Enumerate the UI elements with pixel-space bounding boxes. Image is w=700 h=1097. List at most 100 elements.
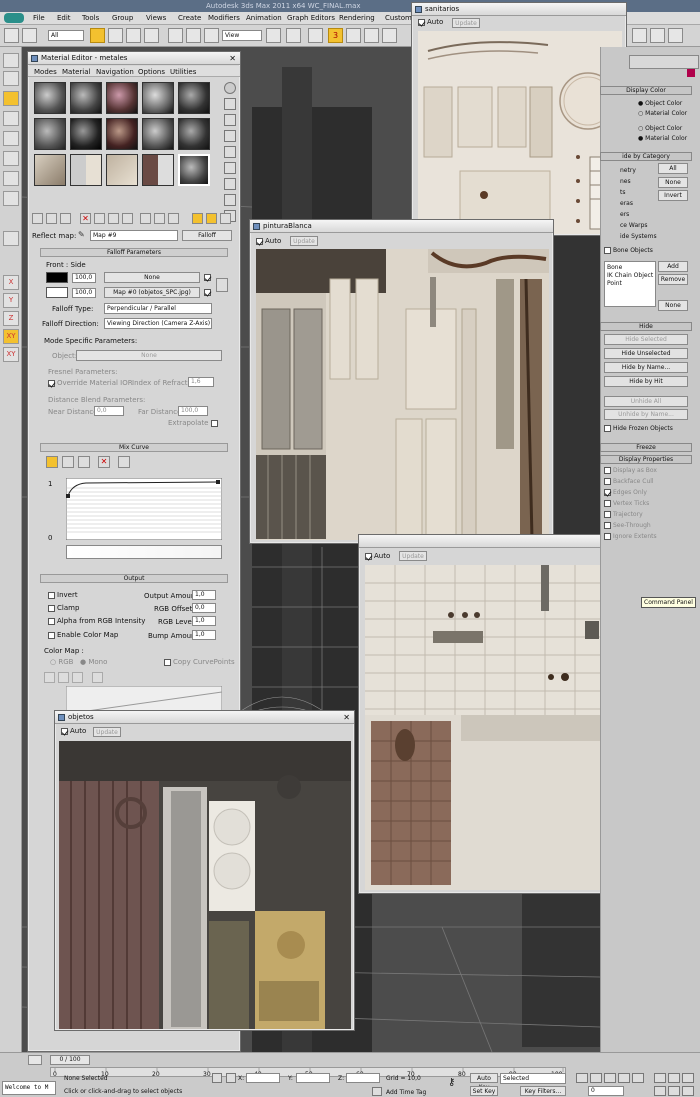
- shaded-material-color-radio[interactable]: ● Material Color: [638, 135, 687, 142]
- category-add-button[interactable]: Add: [658, 261, 688, 272]
- side-amount-spinner[interactable]: 100,0: [72, 288, 96, 298]
- rgb-offset-spinner[interactable]: 0,0: [192, 603, 216, 613]
- eyedropper-icon[interactable]: ✎: [78, 230, 88, 240]
- front-color-swatch[interactable]: [46, 272, 68, 283]
- falloff-direction-dropdown[interactable]: Viewing Direction (Camera Z-Axis): [104, 318, 212, 329]
- invert-row[interactable]: Invert: [48, 591, 78, 599]
- menu-group[interactable]: Group: [112, 14, 133, 22]
- cm-delete-icon[interactable]: [92, 672, 103, 683]
- window-crossing-icon[interactable]: [144, 28, 159, 43]
- move-point-icon[interactable]: [46, 456, 58, 468]
- hide-selected-button[interactable]: Hide Selected: [604, 334, 688, 345]
- lock-selection-icon[interactable]: [212, 1073, 222, 1083]
- mix-curve-rollout[interactable]: Mix Curve: [40, 443, 228, 452]
- backface-cull-row[interactable]: Backface Cull: [604, 478, 654, 485]
- keyboard-shortcut-icon[interactable]: [308, 28, 323, 43]
- ignore-extents-row[interactable]: Ignore Extents: [604, 533, 657, 540]
- angle-snap-icon[interactable]: [346, 28, 361, 43]
- mono-radio[interactable]: ● Mono: [80, 658, 107, 666]
- display-properties-rollout[interactable]: Display Properties: [600, 455, 692, 464]
- material-slot[interactable]: [178, 118, 210, 150]
- update-button[interactable]: Update: [399, 551, 427, 561]
- material-slot[interactable]: [106, 82, 138, 114]
- clamp-row[interactable]: Clamp: [48, 604, 79, 612]
- set-key-button[interactable]: Set Key: [470, 1086, 498, 1096]
- swap-colors-icon[interactable]: [216, 278, 228, 292]
- hide-frozen-row[interactable]: Hide Frozen Objects: [604, 425, 673, 432]
- curve-editor-icon[interactable]: [3, 171, 19, 186]
- bone-objects-row[interactable]: Bone Objects: [604, 247, 653, 254]
- hide-unselected-button[interactable]: Hide Unselected: [604, 348, 688, 359]
- front-map-button[interactable]: None: [104, 272, 200, 283]
- copy-material-icon[interactable]: [94, 213, 105, 224]
- category-none-button[interactable]: None: [658, 177, 688, 188]
- output-rollout[interactable]: Output: [40, 574, 228, 583]
- time-slider-prev-icon[interactable]: [28, 1055, 42, 1065]
- make-unique-icon[interactable]: [108, 213, 119, 224]
- ior-spinner[interactable]: 1,6: [188, 377, 214, 387]
- snaps-toggle-icon[interactable]: 3: [328, 28, 343, 43]
- wireframe-material-color-radio[interactable]: ○ Material Color: [638, 110, 687, 117]
- current-frame-field[interactable]: 0: [588, 1086, 624, 1096]
- axis-x-button[interactable]: X: [3, 275, 19, 290]
- add-time-tag[interactable]: Add Time Tag: [386, 1089, 426, 1096]
- falloff-parameters-rollout[interactable]: Falloff Parameters: [40, 248, 228, 257]
- hide-by-name-button[interactable]: Hide by Name...: [604, 362, 688, 373]
- near-distance-spinner[interactable]: 0,0: [94, 406, 124, 416]
- menu-tools[interactable]: Tools: [82, 14, 99, 22]
- time-slider[interactable]: 0 / 100: [50, 1055, 90, 1065]
- list-item[interactable]: IK Chain Object: [607, 272, 653, 279]
- select-manipulate-icon[interactable]: [286, 28, 301, 43]
- absolute-mode-icon[interactable]: [226, 1073, 236, 1083]
- material-slot[interactable]: [34, 82, 66, 114]
- cm-move-icon[interactable]: [44, 672, 55, 683]
- material-slot[interactable]: [34, 154, 66, 186]
- backlight-icon[interactable]: [224, 98, 236, 110]
- render-icon[interactable]: [632, 28, 647, 43]
- field-of-view-icon[interactable]: [654, 1086, 666, 1096]
- key-icon[interactable]: ⚷: [448, 1077, 464, 1089]
- bump-amount-spinner[interactable]: 1,0: [192, 630, 216, 640]
- zoom-all-icon[interactable]: [668, 1073, 680, 1083]
- material-slot[interactable]: [178, 82, 210, 114]
- menu-utilities[interactable]: Utilities: [170, 68, 196, 76]
- update-button[interactable]: Update: [93, 727, 121, 737]
- material-slot[interactable]: [142, 82, 174, 114]
- category-none-button-2[interactable]: None: [658, 300, 688, 311]
- material-slot[interactable]: [70, 154, 102, 186]
- bind-spacewarp-icon[interactable]: [3, 91, 19, 106]
- category-particle-systems[interactable]: ide Systems: [620, 233, 657, 240]
- alpha-rgb-row[interactable]: Alpha from RGB Intensity: [48, 617, 145, 625]
- undo-icon[interactable]: [4, 28, 19, 43]
- previous-frame-icon[interactable]: [590, 1073, 602, 1083]
- add-point-icon[interactable]: [78, 456, 90, 468]
- unlink-icon[interactable]: [3, 71, 19, 86]
- close-icon[interactable]: ✕: [229, 52, 236, 65]
- menu-material[interactable]: Material: [62, 68, 90, 76]
- rectangular-selection-icon[interactable]: [126, 28, 141, 43]
- go-to-end-icon[interactable]: [632, 1073, 644, 1083]
- update-button[interactable]: Update: [290, 236, 318, 246]
- pan-icon[interactable]: [668, 1086, 680, 1096]
- material-slot[interactable]: [34, 118, 66, 150]
- edges-only-row[interactable]: Edges Only: [604, 489, 647, 496]
- material-slot[interactable]: [106, 118, 138, 150]
- layer-icon[interactable]: [3, 151, 19, 166]
- app-logo-icon[interactable]: [4, 13, 24, 23]
- move-icon[interactable]: [168, 28, 183, 43]
- objetos-titlebar[interactable]: objetos ✕: [55, 711, 354, 724]
- link-icon[interactable]: [3, 53, 19, 68]
- menu-modes[interactable]: Modes: [34, 68, 57, 76]
- auto-checkbox-row[interactable]: Auto: [256, 237, 281, 248]
- menu-views[interactable]: Views: [146, 14, 166, 22]
- axis-z-button[interactable]: Z: [3, 311, 19, 326]
- go-forward-sibling-icon[interactable]: [206, 213, 217, 224]
- category-space-warps[interactable]: ce Warps: [620, 222, 648, 229]
- menu-rendering[interactable]: Rendering: [339, 14, 375, 22]
- zoom-icon[interactable]: [654, 1073, 666, 1083]
- axis-y-button[interactable]: Y: [3, 293, 19, 308]
- menu-file[interactable]: File: [33, 14, 45, 22]
- material-slot[interactable]: [70, 82, 102, 114]
- schematic-icon[interactable]: [3, 191, 19, 206]
- category-all-button[interactable]: All: [658, 163, 688, 174]
